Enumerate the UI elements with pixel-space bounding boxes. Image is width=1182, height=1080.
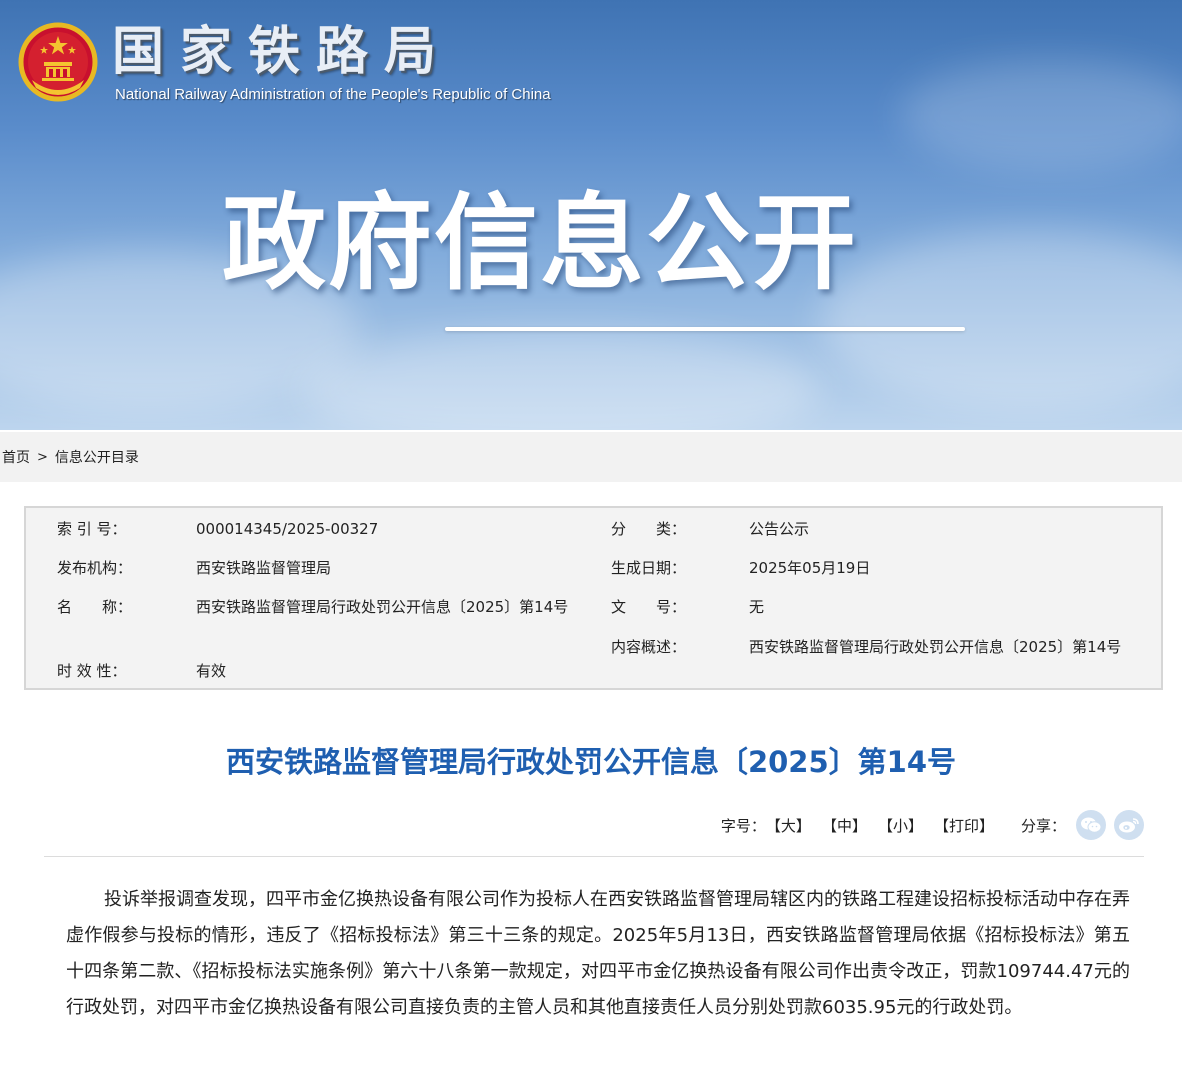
date-label: 生成日期： [611, 559, 687, 577]
agency-title: 国家铁路局 [112, 21, 453, 82]
publisher-label: 发布机构： [57, 559, 133, 577]
article-title: 西安铁路监督管理局行政处罚公开信息〔2025〕第14号 [225, 745, 957, 779]
breadcrumb-info-catalog-link[interactable]: 信息公开目录 [55, 447, 139, 467]
category-value: 公告公示 [749, 520, 810, 538]
cloud-decoration [900, 60, 1182, 170]
publisher-value: 西安铁路监督管理局 [196, 559, 332, 577]
summary-label: 内容概述： [611, 638, 687, 656]
agency-english-name: National Railway Administration of the P… [115, 86, 551, 103]
breadcrumb-separator: > [37, 449, 48, 465]
doc-number-label: 文 号： [611, 598, 687, 616]
font-size-medium-button[interactable]: 【中】 [822, 815, 867, 836]
article-toolbar: 字号： 【大】 【中】 【小】 【打印】 分享： [721, 810, 1144, 840]
index-number-label: 索 引 号： [57, 520, 127, 538]
category-label: 分 类： [611, 520, 687, 538]
header-banner: 国家铁路局 National Railway Administration of… [0, 0, 1182, 430]
article-body: 投诉举报调查发现，四平市金亿换热设备有限公司作为投标人在西安铁路监督管理局辖区内… [66, 889, 1130, 1018]
weibo-icon[interactable] [1114, 810, 1144, 840]
date-value: 2025年05月19日 [749, 559, 871, 577]
national-emblem-icon [18, 22, 98, 102]
font-size-large-button[interactable]: 【大】 [766, 815, 811, 836]
doc-name-value: 西安铁路监督管理局行政处罚公开信息〔2025〕第14号 [196, 598, 569, 616]
breadcrumb: 首页 > 信息公开目录 [0, 432, 1182, 482]
title-underline [445, 327, 965, 331]
doc-name-label: 名 称： [57, 598, 133, 616]
section-title: 政府信息公开 [222, 182, 859, 304]
share-label: 分享： [1020, 816, 1066, 835]
summary-value: 西安铁路监督管理局行政处罚公开信息〔2025〕第14号 [749, 638, 1122, 656]
validity-label: 时 效 性： [57, 662, 127, 680]
print-button[interactable]: 【打印】 [934, 815, 994, 836]
wechat-icon[interactable] [1076, 810, 1106, 840]
font-size-small-button[interactable]: 【小】 [878, 815, 923, 836]
doc-number-value: 无 [749, 598, 765, 616]
cloud-decoration [820, 230, 1182, 410]
document-info-table: 索 引 号： 000014345/2025-00327 分 类： 公告公示 发布… [24, 506, 1163, 690]
breadcrumb-home-link[interactable]: 首页 [2, 447, 30, 467]
divider [44, 856, 1144, 857]
index-number-value: 000014345/2025-00327 [196, 520, 379, 538]
font-size-label: 字号： [720, 816, 766, 835]
validity-value: 有效 [196, 662, 227, 680]
cloud-decoration [300, 330, 820, 430]
